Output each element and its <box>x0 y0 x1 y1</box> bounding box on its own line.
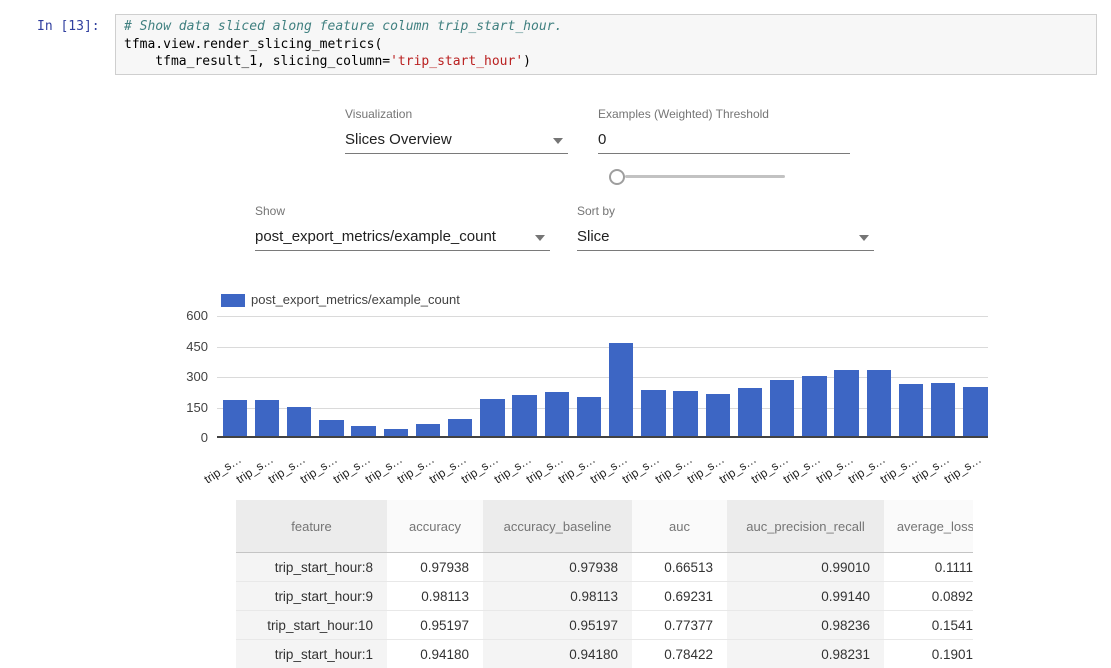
bar[interactable] <box>480 399 505 438</box>
metric-cell: 0.98113 <box>387 582 483 611</box>
metric-cell: 0.1901 <box>884 640 973 668</box>
column-header[interactable]: auc <box>632 500 727 553</box>
feature-cell: trip_start_hour:1 <box>236 640 387 668</box>
column-header[interactable]: feature <box>236 500 387 553</box>
bar[interactable] <box>802 376 827 438</box>
bar[interactable] <box>738 388 763 438</box>
bar[interactable] <box>609 343 634 438</box>
bar[interactable] <box>512 395 537 438</box>
metric-cell: 0.97938 <box>387 553 483 582</box>
feature-cell: trip_start_hour:9 <box>236 582 387 611</box>
metrics-table: featureaccuracyaccuracy_baselineaucauc_p… <box>236 500 973 668</box>
bar[interactable] <box>963 387 988 438</box>
gridline <box>217 347 988 348</box>
metric-cell: 0.97938 <box>483 553 632 582</box>
table-row: trip_start_hour:80.979380.979380.665130.… <box>236 553 973 582</box>
x-axis-line <box>217 436 988 438</box>
table-header-row: featureaccuracyaccuracy_baselineaucauc_p… <box>236 500 973 553</box>
metric-cell: 0.69231 <box>632 582 727 611</box>
bar[interactable] <box>287 407 312 438</box>
notebook-page: In [13]: # Show data sliced along featur… <box>0 0 1111 668</box>
metric-cell: 0.98113 <box>483 582 632 611</box>
metric-cell: 0.98231 <box>727 640 884 668</box>
table-row: trip_start_hour:90.981130.981130.692310.… <box>236 582 973 611</box>
bar[interactable] <box>255 400 280 438</box>
column-header[interactable]: auc_precision_recall <box>727 500 884 553</box>
feature-cell: trip_start_hour:10 <box>236 611 387 640</box>
metric-cell: 0.77377 <box>632 611 727 640</box>
feature-cell: trip_start_hour:8 <box>236 553 387 582</box>
metric-cell: 0.66513 <box>632 553 727 582</box>
table-row: trip_start_hour:10.941800.941800.784220.… <box>236 640 973 668</box>
column-header[interactable]: accuracy_baseline <box>483 500 632 553</box>
bar[interactable] <box>867 370 892 438</box>
bar[interactable] <box>641 390 666 438</box>
bar[interactable] <box>770 380 795 438</box>
bar[interactable] <box>931 383 956 438</box>
metric-cell: 0.78422 <box>632 640 727 668</box>
bar[interactable] <box>706 394 731 438</box>
metric-cell: 0.1111 <box>884 553 973 582</box>
bar[interactable] <box>673 391 698 438</box>
bar[interactable] <box>899 384 924 438</box>
column-header[interactable]: accuracy <box>387 500 483 553</box>
bar[interactable] <box>834 370 859 438</box>
bar[interactable] <box>577 397 602 438</box>
bar[interactable] <box>223 400 248 438</box>
metric-cell: 0.1541 <box>884 611 973 640</box>
metric-cell: 0.95197 <box>387 611 483 640</box>
metric-cell: 0.98236 <box>727 611 884 640</box>
table-row: trip_start_hour:100.951970.951970.773770… <box>236 611 973 640</box>
bar[interactable] <box>545 392 570 438</box>
column-header[interactable]: average_loss <box>884 500 973 553</box>
metrics-table-container: featureaccuracyaccuracy_baselineaucauc_p… <box>236 500 973 668</box>
metric-cell: 0.94180 <box>387 640 483 668</box>
metric-cell: 0.99140 <box>727 582 884 611</box>
metric-cell: 0.0892 <box>884 582 973 611</box>
metric-cell: 0.99010 <box>727 553 884 582</box>
gridline <box>217 316 988 317</box>
metric-cell: 0.94180 <box>483 640 632 668</box>
metric-cell: 0.95197 <box>483 611 632 640</box>
